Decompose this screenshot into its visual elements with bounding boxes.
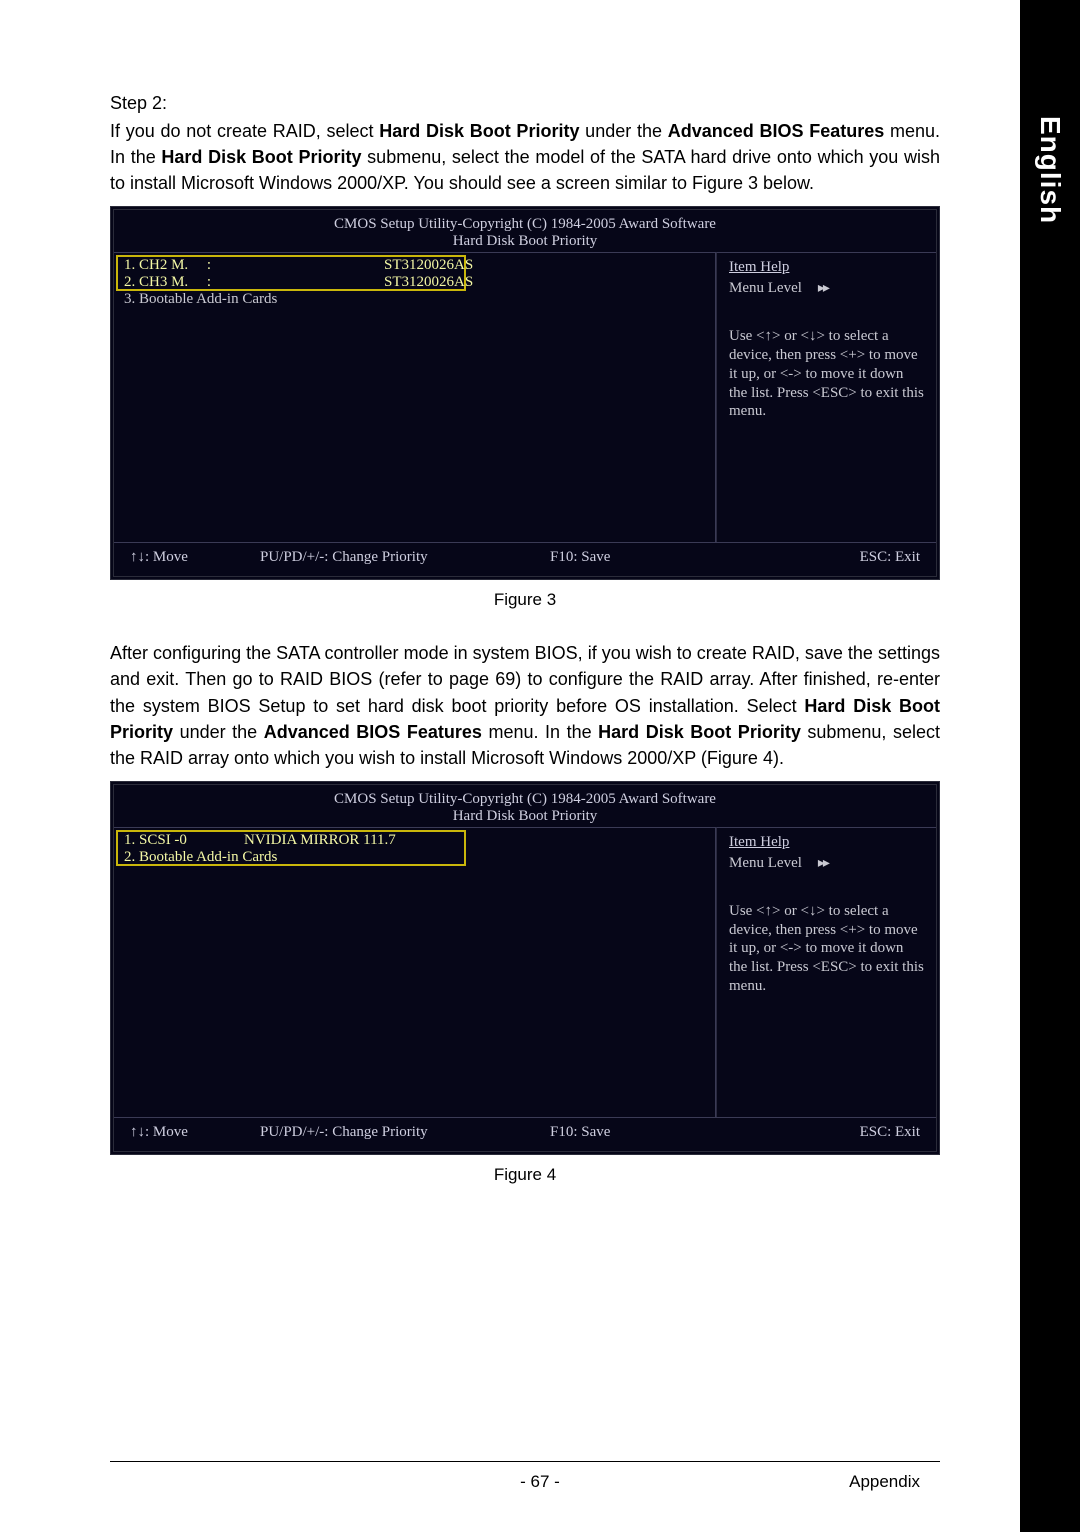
bios-screen-figure-3: CMOS Setup Utility-Copyright (C) 1984-20…	[110, 206, 940, 580]
device-slot: 2. Bootable Add-in Cards	[124, 849, 384, 866]
paragraph-1: If you do not create RAID, select Hard D…	[110, 118, 940, 196]
menu-level-label: Menu Level	[729, 280, 802, 296]
bios-help-panel: Item Help Menu Level▸▸ Use <↑> or <↓> to…	[716, 827, 936, 1117]
footer-change-priority: PU/PD/+/-: Change Priority	[260, 549, 550, 566]
figure-4-caption: Figure 4	[110, 1165, 940, 1185]
page: { "tab": "English", "step_label": "Step …	[0, 0, 1080, 1532]
device-model: NVIDIA MIRROR 111.7	[244, 832, 396, 849]
appendix-label: Appendix	[849, 1472, 920, 1492]
list-item[interactable]: 2. CH3 M. : ST3120026AS	[124, 274, 705, 291]
item-help-title: Item Help	[729, 259, 924, 276]
bios-screen-figure-4: CMOS Setup Utility-Copyright (C) 1984-20…	[110, 781, 940, 1155]
footer-change-priority: PU/PD/+/-: Change Priority	[260, 1124, 550, 1141]
footer-exit: ESC: Exit	[770, 1124, 920, 1141]
bold-hard-disk-boot-priority-2: Hard Disk Boot Priority	[161, 147, 361, 167]
bios-footer: ↑↓: Move PU/PD/+/-: Change Priority F10:…	[114, 542, 936, 576]
text: If you do not create RAID, select	[110, 121, 379, 141]
text: menu. In the	[482, 722, 598, 742]
bold-advanced-bios-features: Advanced BIOS Features	[264, 722, 482, 742]
bios-body: 1. CH2 M. : ST3120026AS 2. CH3 M. : ST31…	[114, 252, 936, 542]
list-item[interactable]: 1. CH2 M. : ST3120026AS	[124, 257, 705, 274]
chevron-right-icon: ▸▸	[802, 281, 828, 296]
footer-save: F10: Save	[550, 1124, 770, 1141]
bios-footer: ↑↓: Move PU/PD/+/-: Change Priority F10:…	[114, 1117, 936, 1151]
device-model: ST3120026AS	[384, 274, 473, 291]
footer-exit: ESC: Exit	[770, 549, 920, 566]
chevron-right-icon: ▸▸	[802, 856, 828, 871]
list-item[interactable]: 2. Bootable Add-in Cards	[124, 849, 705, 866]
menu-level: Menu Level▸▸	[729, 851, 924, 872]
bold-advanced-bios-features: Advanced BIOS Features	[668, 121, 885, 141]
bios-device-list: 1. CH2 M. : ST3120026AS 2. CH3 M. : ST31…	[114, 252, 716, 542]
list-item[interactable]: 1. SCSI -0 NVIDIA MIRROR 111.7	[124, 832, 705, 849]
bios-help-panel: Item Help Menu Level▸▸ Use <↑> or <↓> to…	[716, 252, 936, 542]
bios-title-line2: Hard Disk Boot Priority	[114, 233, 936, 250]
bios-title-line2: Hard Disk Boot Priority	[114, 808, 936, 825]
device-slot: 3. Bootable Add-in Cards	[124, 291, 384, 308]
help-text: Use <↑> or <↓> to select a device, then …	[729, 902, 924, 996]
item-help-title: Item Help	[729, 834, 924, 851]
step-label: Step 2:	[110, 90, 940, 116]
help-text: Use <↑> or <↓> to select a device, then …	[729, 327, 924, 421]
bold-hard-disk-boot-priority: Hard Disk Boot Priority	[379, 121, 579, 141]
footer-rule	[110, 1461, 940, 1462]
menu-level-label: Menu Level	[729, 855, 802, 871]
bios-header: CMOS Setup Utility-Copyright (C) 1984-20…	[114, 210, 936, 252]
device-model: ST3120026AS	[384, 257, 473, 274]
bios-title-line1: CMOS Setup Utility-Copyright (C) 1984-20…	[114, 216, 936, 233]
device-slot: 1. SCSI -0	[124, 832, 244, 849]
footer-move: ↑↓: Move	[130, 549, 260, 566]
bios-title-line1: CMOS Setup Utility-Copyright (C) 1984-20…	[114, 791, 936, 808]
text: under the	[173, 722, 264, 742]
footer-move: ↑↓: Move	[130, 1124, 260, 1141]
footer-save: F10: Save	[550, 549, 770, 566]
bold-hard-disk-boot-priority-2: Hard Disk Boot Priority	[598, 722, 801, 742]
device-slot: 2. CH3 M. :	[124, 274, 384, 291]
content-area: Step 2: If you do not create RAID, selec…	[110, 90, 940, 1215]
menu-level: Menu Level▸▸	[729, 276, 924, 297]
device-slot: 1. CH2 M. :	[124, 257, 384, 274]
language-tab: English	[1020, 90, 1080, 250]
figure-3-caption: Figure 3	[110, 590, 940, 610]
list-item[interactable]: 3. Bootable Add-in Cards	[124, 291, 705, 308]
bios-body: 1. SCSI -0 NVIDIA MIRROR 111.7 2. Bootab…	[114, 827, 936, 1117]
text: under the	[579, 121, 667, 141]
bios-header: CMOS Setup Utility-Copyright (C) 1984-20…	[114, 785, 936, 827]
paragraph-2: After configuring the SATA controller mo…	[110, 640, 940, 770]
bios-device-list: 1. SCSI -0 NVIDIA MIRROR 111.7 2. Bootab…	[114, 827, 716, 1117]
